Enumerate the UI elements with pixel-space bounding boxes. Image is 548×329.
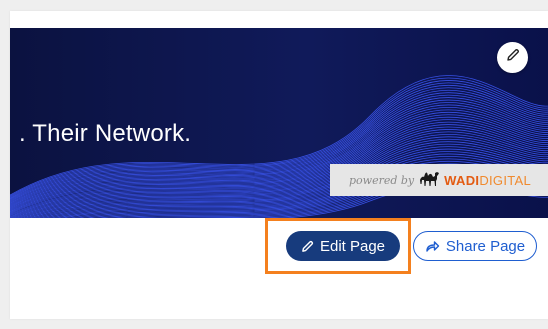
share-page-label: Share Page	[445, 237, 526, 255]
brand-name-digital: DIGITAL	[479, 172, 532, 188]
cover-banner: . Their Network. powered by WADI DIGITAL	[10, 28, 548, 218]
pencil-icon	[506, 48, 520, 67]
pencil-icon	[301, 240, 314, 253]
camel-icon	[418, 168, 442, 193]
edit-page-button[interactable]: Edit Page	[286, 231, 400, 261]
share-arrow-icon	[425, 240, 440, 253]
powered-by-text: powered by	[349, 173, 415, 187]
share-page-button[interactable]: Share Page	[413, 231, 537, 261]
edit-banner-button[interactable]	[497, 42, 528, 73]
powered-by-badge: powered by WADI DIGITAL	[330, 164, 548, 196]
edit-page-label: Edit Page	[319, 237, 386, 255]
brand-name-wadi: WADI	[444, 172, 480, 188]
banner-tagline: . Their Network.	[19, 120, 192, 147]
